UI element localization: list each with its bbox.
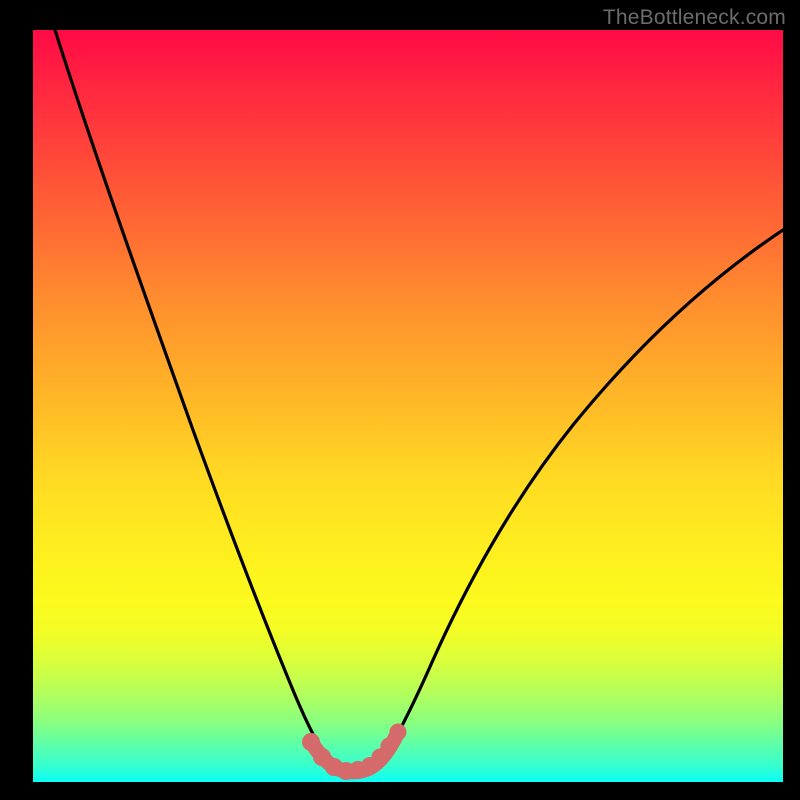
plot-area	[33, 30, 783, 782]
right-curve	[378, 230, 783, 767]
chart-svg	[33, 30, 783, 782]
chart-frame: TheBottleneck.com	[0, 0, 800, 800]
left-curve	[55, 30, 333, 767]
bottom-band	[302, 724, 407, 781]
watermark-text: TheBottleneck.com	[603, 6, 786, 30]
